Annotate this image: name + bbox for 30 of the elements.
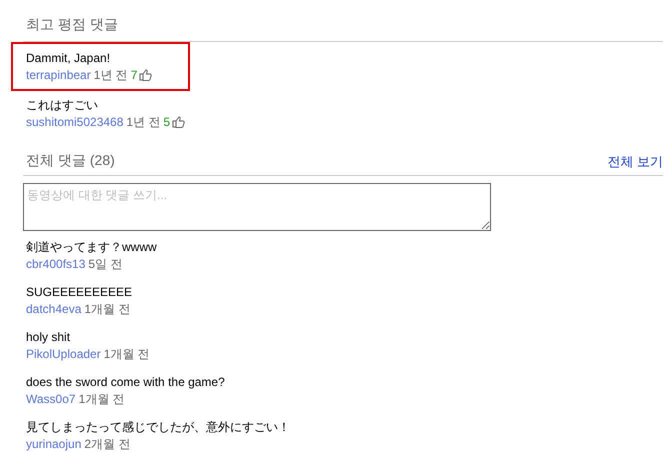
author-link[interactable]: yurinaojun: [26, 436, 82, 453]
like-count: 7: [130, 67, 138, 83]
comment-text: 見てしまったって感じでしたが、意外にすごい！: [26, 419, 291, 436]
view-all-link[interactable]: 전체 보기: [607, 152, 663, 171]
author-link[interactable]: cbr400fs13: [26, 256, 86, 273]
thumbs-up-icon[interactable]: [139, 69, 152, 81]
comment-text: does the sword come with the game?: [26, 374, 226, 391]
comment-time: 1개월 전: [104, 346, 150, 363]
section-title: 전체 댓글: [26, 151, 86, 170]
comment-text: SUGEEEEEEEEEE: [26, 284, 134, 301]
comment-time: 5일 전: [88, 256, 122, 273]
comment-time: 1년 전: [126, 114, 160, 130]
comment-time: 1개월 전: [78, 391, 125, 408]
comment-text: holy shit: [26, 329, 72, 346]
author-link[interactable]: PikolUploader: [26, 346, 101, 363]
comment-time: 2개월 전: [84, 436, 130, 453]
author-link[interactable]: sushitomi5023468: [26, 114, 124, 130]
comment-text: 剣道やってます？wwww: [26, 239, 158, 256]
comment-time: 1개월 전: [84, 301, 130, 318]
like-count: 5: [163, 114, 170, 130]
comment-count: (28): [90, 151, 115, 170]
author-link[interactable]: terrapinbear: [26, 67, 91, 83]
comment-time: 1년 전: [94, 67, 128, 83]
comment-text: これはすごい: [26, 97, 99, 113]
comment-text: Dammit, Japan!: [26, 50, 112, 66]
section-title: 최고 평점 댓글: [26, 16, 118, 32]
author-link[interactable]: Wass0o7: [26, 391, 76, 408]
comment-input-field[interactable]: 동영상에 대한 댓글 쓰기...: [23, 183, 491, 231]
thumbs-up-icon[interactable]: [172, 116, 186, 128]
author-link[interactable]: datch4eva: [26, 301, 82, 318]
